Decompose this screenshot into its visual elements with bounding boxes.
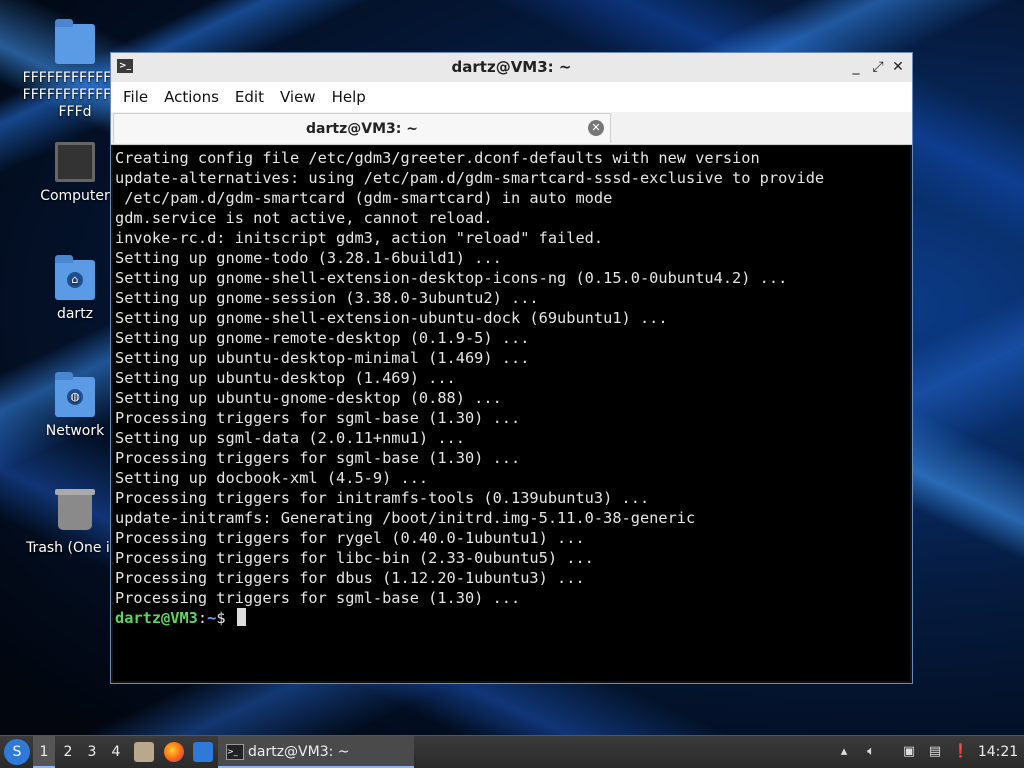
tab-label: dartz@VM3: ~ [306,121,418,137]
menu-file[interactable]: File [115,88,156,106]
start-menu-icon[interactable]: S [4,739,30,765]
terminal-cursor [236,608,246,626]
window-titlebar[interactable]: >_ dartz@VM3: ~ _ ⤢ ✕ [111,53,912,82]
menu-help[interactable]: Help [324,88,374,106]
workspace-4[interactable]: 4 [105,736,127,768]
computer-icon [55,142,95,182]
network-folder-icon: ◍ [55,372,95,417]
terminal-line: Setting up ubuntu-desktop-minimal (1.469… [115,349,530,367]
minimize-button[interactable]: _ [846,53,866,82]
clipboard-icon[interactable]: ▤ [926,742,944,762]
terminal-app-icon[interactable]: >_ [117,59,133,73]
volume-icon[interactable]: 🔈︎ [862,742,880,762]
terminal-line: Setting up sgml-data (2.0.11+nmu1) ... [115,429,465,447]
prompt-user-host: dartz@VM3 [115,609,198,627]
clock[interactable]: 14:21 [976,736,1020,768]
prompt-path: ~ [207,609,217,627]
taskbar-item-label: dartz@VM3: ~ [248,744,350,760]
taskbar-item-terminal[interactable]: >_ dartz@VM3: ~ [218,736,414,768]
globe-icon: ◍ [67,389,83,405]
close-button[interactable]: ✕ [888,53,908,82]
terminal-output[interactable]: Creating config file /etc/gdm3/greeter.d… [113,146,910,681]
window-title: dartz@VM3: ~ [451,58,572,76]
terminal-line: Setting up docbook-xml (4.5-9) ... [115,469,429,487]
terminal-line: Processing triggers for sgml-base (1.30)… [115,449,521,467]
menu-bar: File Actions Edit View Help [111,82,912,112]
maximize-button[interactable]: ⤢ [868,53,888,82]
home-folder-icon: ⌂ [55,255,95,300]
trash-icon [55,489,95,534]
terminal-line: Setting up gnome-shell-extension-desktop… [115,269,788,287]
network-tray-icon[interactable]: ▣ [900,742,918,762]
update-notifier-icon[interactable]: ❗ [952,742,970,762]
tray-arrow-icon[interactable]: ▴ [835,742,853,762]
terminal-line: /etc/pam.d/gdm-smartcard (gdm-smartcard)… [115,189,613,207]
menu-actions[interactable]: Actions [156,88,227,106]
terminal-line: Processing triggers for sgml-base (1.30)… [115,409,521,427]
terminal-line: Setting up gnome-todo (3.28.1-6build1) .… [115,249,502,267]
terminal-line: Processing triggers for libc-bin (2.33-0… [115,549,594,567]
terminal-prompt: dartz@VM3:~$ [115,608,908,628]
terminal-line: Setting up gnome-session (3.38.0-3ubuntu… [115,289,539,307]
terminal-line: gdm.service is not active, cannot reload… [115,209,493,227]
terminal-line: update-alternatives: using /etc/pam.d/gd… [115,169,825,187]
terminal-line: Processing triggers for dbus (1.12.20-1u… [115,569,585,587]
taskbar: S 1 2 3 4 >_ dartz@VM3: ~ ▴ 🔈︎ ▣ ▤ ❗ 14:… [0,735,1024,768]
terminal-line: Processing triggers for sgml-base (1.30)… [115,589,521,607]
prompt-separator: : [197,609,208,627]
tab-terminal[interactable]: dartz@VM3: ~ ✕ [113,113,611,143]
tab-close-icon[interactable]: ✕ [588,120,604,136]
terminal-line: Setting up gnome-remote-desktop (0.1.9-5… [115,329,530,347]
terminal-line: Processing triggers for rygel (0.40.0-1u… [115,529,585,547]
terminal-icon: >_ [226,744,244,760]
menu-view[interactable]: View [272,88,324,106]
prompt-symbol: $ [216,609,235,627]
tab-bar: dartz@VM3: ~ ✕ [111,112,912,145]
terminal-line: Creating config file /etc/gdm3/greeter.d… [115,149,760,167]
terminal-line: invoke-rc.d: initscript gdm3, action "re… [115,229,604,247]
workspace-1[interactable]: 1 [33,736,55,768]
terminal-line: Processing triggers for initramfs-tools … [115,489,650,507]
file-manager-icon[interactable] [134,742,154,762]
terminal-line: update-initramfs: Generating /boot/initr… [115,509,696,527]
workspace-2[interactable]: 2 [57,736,79,768]
terminal-line: Setting up gnome-shell-extension-ubuntu-… [115,309,668,327]
workspace-3[interactable]: 3 [81,736,103,768]
show-desktop-icon[interactable] [193,742,213,762]
terminal-line: Setting up ubuntu-gnome-desktop (0.88) .… [115,389,502,407]
home-icon: ⌂ [67,272,83,288]
menu-edit[interactable]: Edit [227,88,272,106]
firefox-icon[interactable] [164,742,184,762]
terminal-line: Setting up ubuntu-desktop (1.469) ... [115,369,456,387]
folder-icon [55,19,95,64]
terminal-window: >_ dartz@VM3: ~ _ ⤢ ✕ File Actions Edit … [110,52,913,684]
